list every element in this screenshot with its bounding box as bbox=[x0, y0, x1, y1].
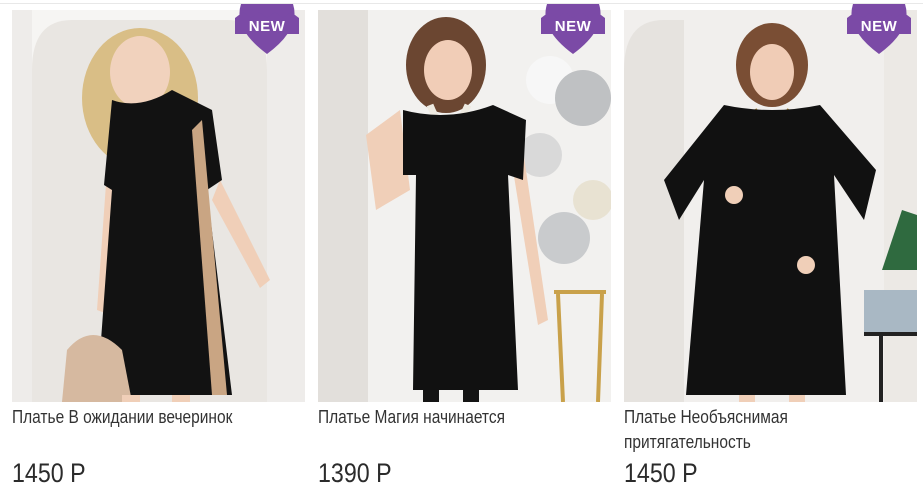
new-badge-label: NEW bbox=[554, 18, 592, 35]
product-title[interactable]: Платье Магия начинается bbox=[318, 405, 610, 430]
product-title[interactable]: Платье В ожидании вечеринок bbox=[12, 405, 304, 430]
product-image[interactable] bbox=[12, 10, 305, 402]
new-badge: NEW bbox=[843, 4, 915, 54]
top-divider bbox=[0, 3, 923, 4]
product-price: 1390 Р bbox=[318, 458, 392, 488]
product-title[interactable]: Платье Необъяснимая притягательность bbox=[624, 405, 796, 455]
new-badge-label: NEW bbox=[248, 18, 286, 35]
new-badge: NEW bbox=[537, 4, 609, 54]
product-card[interactable]: NEW Платье В ожидании вечеринок 1450 Р bbox=[12, 4, 305, 497]
product-price: 1450 Р bbox=[624, 458, 698, 488]
product-image[interactable] bbox=[624, 10, 917, 402]
new-badge: NEW bbox=[231, 4, 303, 54]
new-badge-label: NEW bbox=[860, 18, 898, 35]
product-card[interactable]: NEW Платье Магия начинается 1390 Р bbox=[318, 4, 611, 497]
product-price: 1450 Р bbox=[12, 458, 86, 488]
product-card[interactable]: NEW Платье Необъяснимая притягательность… bbox=[624, 4, 917, 497]
product-image[interactable] bbox=[318, 10, 611, 402]
